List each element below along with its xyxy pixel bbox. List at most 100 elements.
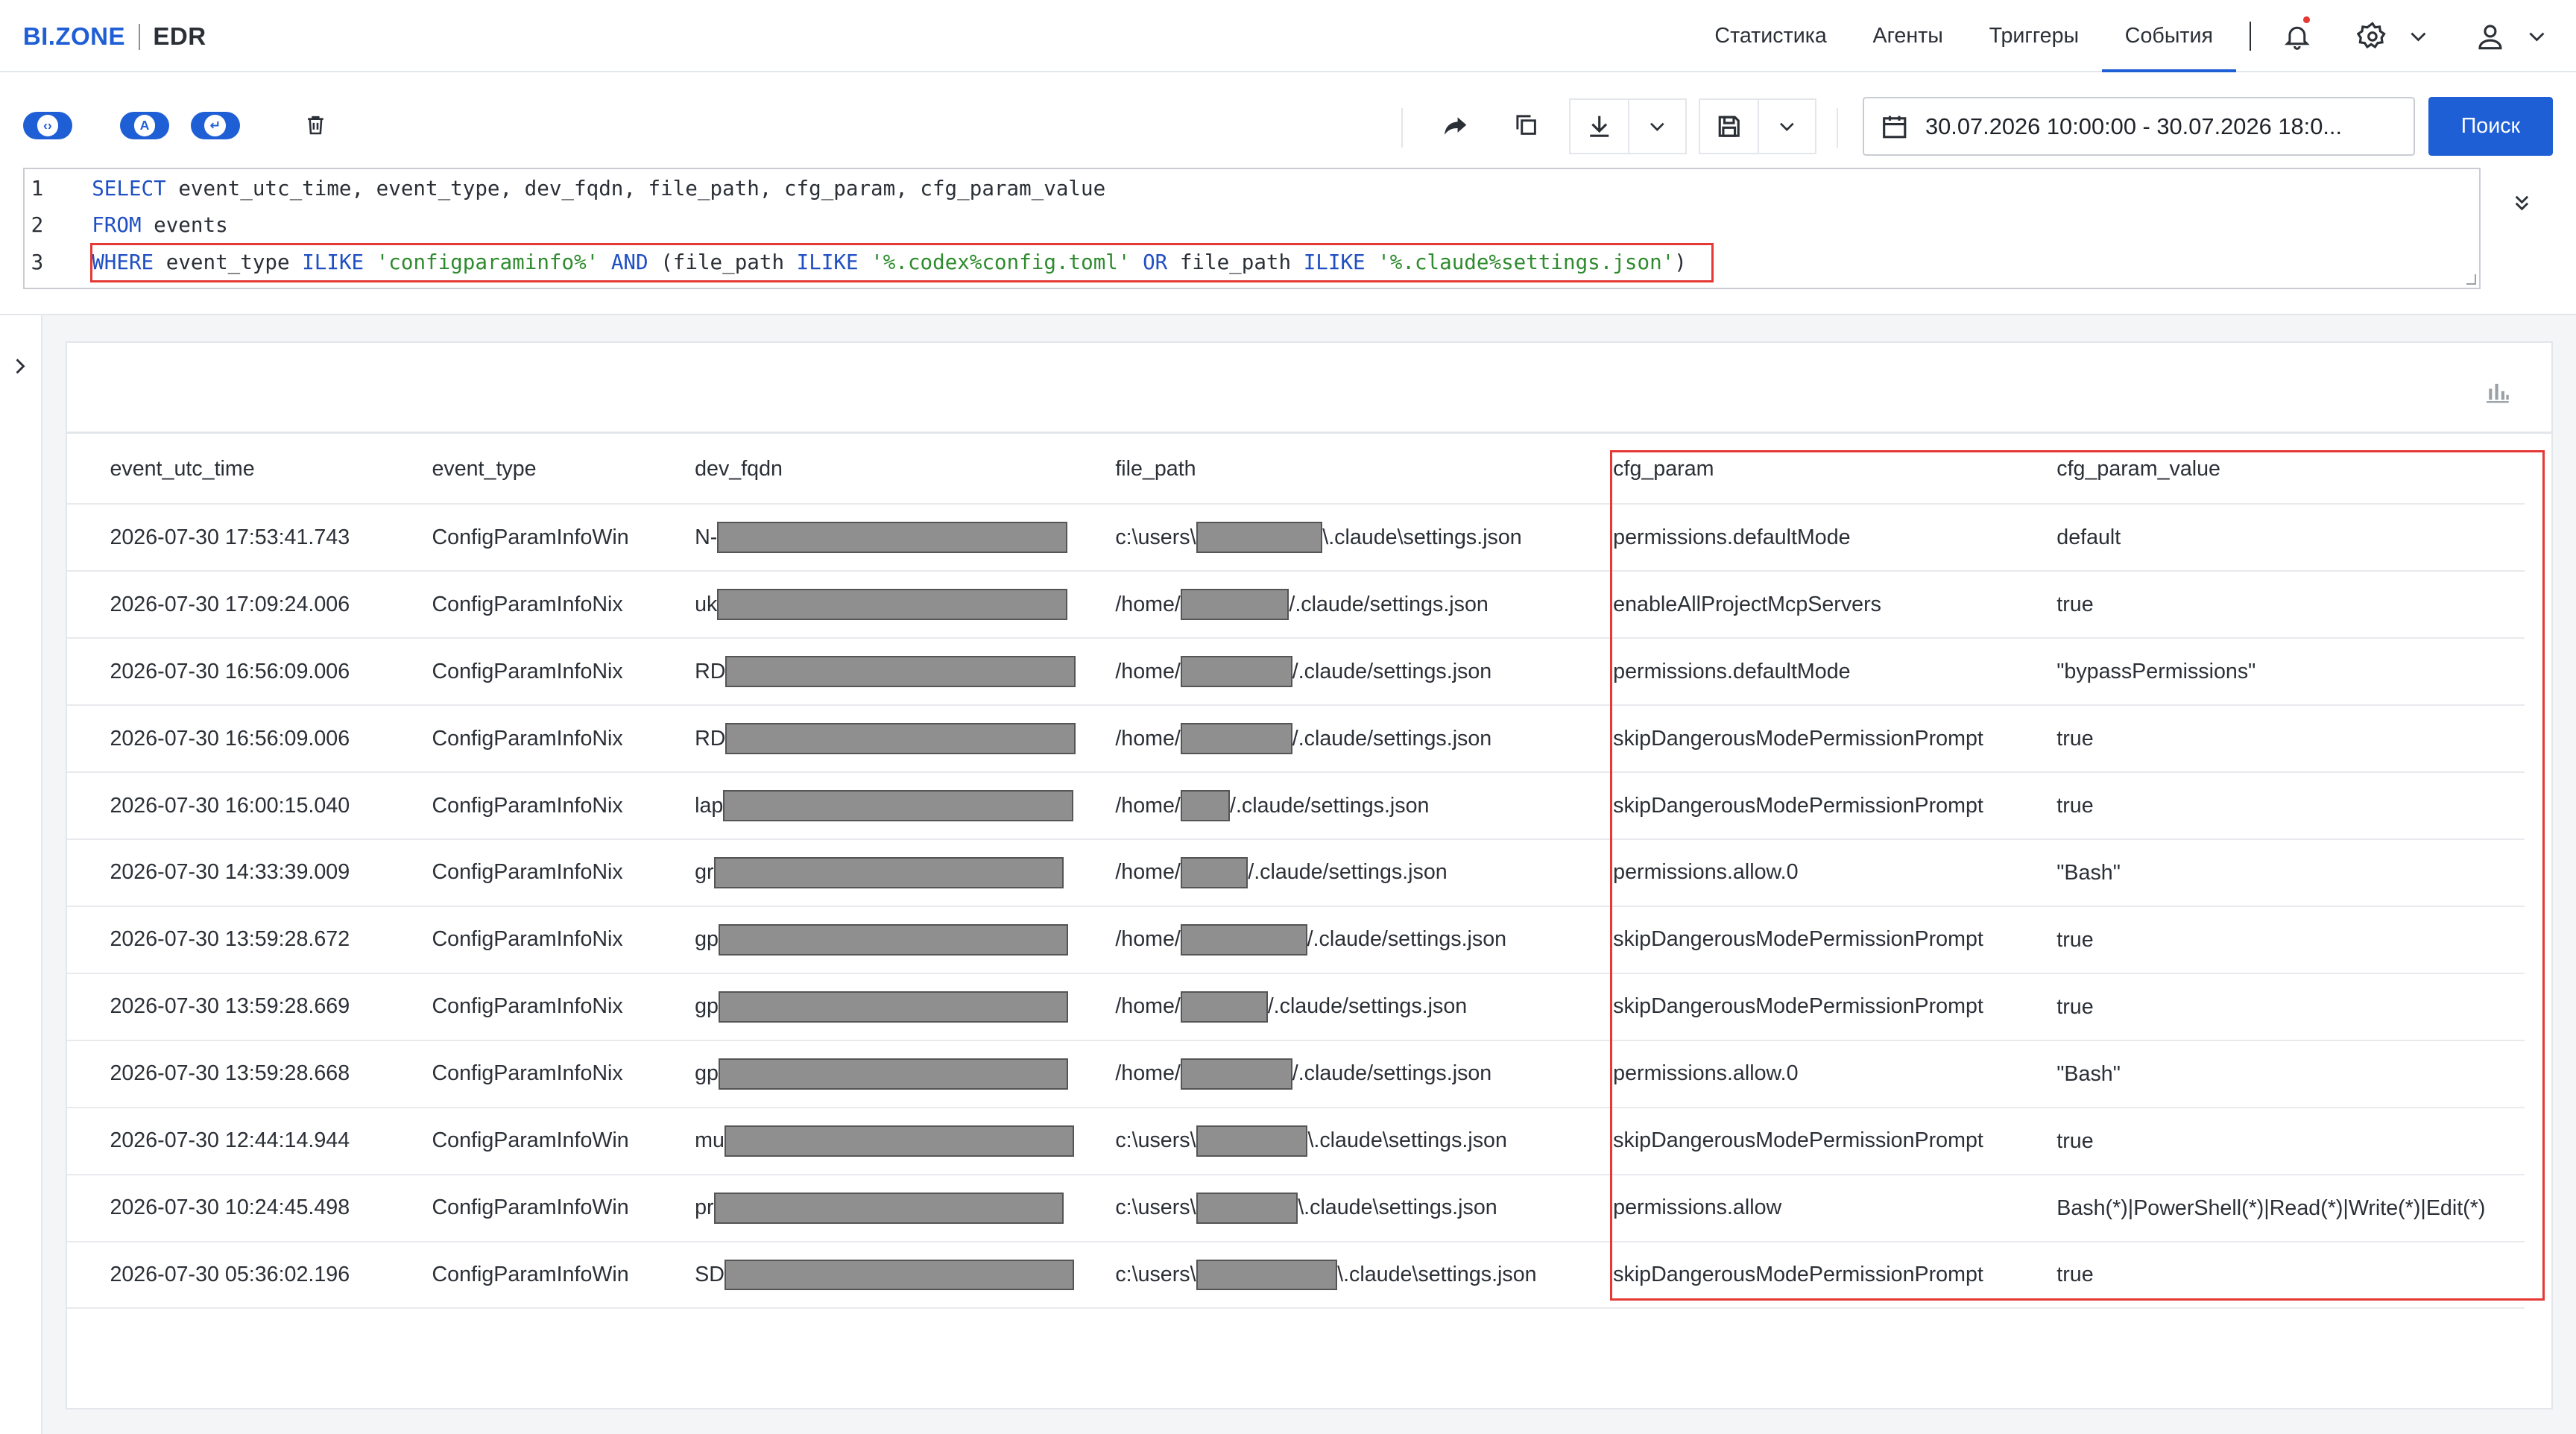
column-header[interactable]: file_path <box>1115 435 1614 505</box>
clear-query-button[interactable] <box>296 105 335 145</box>
cfg-value-text: true <box>2056 1128 2094 1153</box>
cell-dev-fqdn: gr <box>695 839 1116 907</box>
cell-file-path: /home/ /.claude/settings.json <box>1115 973 1614 1041</box>
fqdn-prefix: gp <box>695 927 719 952</box>
settings-dropdown[interactable] <box>2396 0 2442 72</box>
cell-event-type: ConfigParamInfoNix <box>432 705 695 774</box>
fqdn-prefix: N- <box>695 525 718 549</box>
collapse-editor-button[interactable] <box>2504 184 2539 220</box>
cell-dev-fqdn: pr <box>695 1174 1116 1242</box>
nav-agents[interactable]: Агенты <box>1850 0 1966 72</box>
syntax-toggle[interactable]: ‹› <box>22 111 72 140</box>
cell-event-time: 2026-07-30 13:59:28.669 <box>67 973 432 1041</box>
table-row[interactable]: 2026-07-30 16:00:15.040 ConfigParamInfoNi… <box>67 772 2525 841</box>
nav-events[interactable]: События <box>2101 0 2236 72</box>
save-icon <box>1718 116 1740 137</box>
table-row[interactable]: 2026-07-30 12:44:14.944 ConfigParamInfoWi… <box>67 1107 2525 1175</box>
logo[interactable]: BI.ZONE EDR <box>23 23 206 51</box>
column-header[interactable]: event_utc_time <box>67 435 432 505</box>
settings-button[interactable] <box>2349 0 2396 72</box>
code-line-1: 1 SELECT event_utc_time, event_type, dev_… <box>25 171 1106 206</box>
cell-event-type: ConfigParamInfoNix <box>432 571 695 639</box>
table-row[interactable]: 2026-07-30 17:09:24.006 ConfigParamInfoNi… <box>67 571 2525 639</box>
path-suffix: /.claude/settings.json <box>1230 793 1430 818</box>
cell-file-path: c:\users\ \.claude\settings.json <box>1115 1241 1614 1310</box>
cell-cfg-param-value: Bash(*)|PowerShell(*)|Read(*)|Write(*)|E… <box>2056 1174 2525 1242</box>
copy-button[interactable] <box>1506 105 1546 145</box>
path-prefix: c:\users\ <box>1115 1263 1196 1287</box>
table-row[interactable]: 2026-07-30 14:33:39.009 ConfigParamInfoNi… <box>67 839 2525 907</box>
cell-dev-fqdn: uk <box>695 571 1116 639</box>
wrap-toggle[interactable]: ↵ <box>190 111 240 140</box>
fqdn-prefix: mu <box>695 1128 724 1153</box>
path-prefix: c:\users\ <box>1115 1195 1196 1220</box>
cell-cfg-param: permissions.allow <box>1613 1174 2057 1242</box>
table-row[interactable]: 2026-07-30 17:53:41.743 ConfigParamInfoWi… <box>67 504 2525 572</box>
redaction-box <box>718 991 1069 1023</box>
cell-event-time: 2026-07-30 17:09:24.006 <box>67 571 432 639</box>
table-row[interactable]: 2026-07-30 13:59:28.668 ConfigParamInfoNi… <box>67 1040 2525 1108</box>
table-row[interactable]: 2026-07-30 13:59:28.669 ConfigParamInfoNi… <box>67 973 2525 1041</box>
cell-event-time: 2026-07-30 10:24:45.498 <box>67 1174 432 1242</box>
cell-cfg-param-value: true <box>2056 1107 2525 1175</box>
cell-file-path: /home/ /.claude/settings.json <box>1115 772 1614 841</box>
cell-event-type: ConfigParamInfoNix <box>432 638 695 707</box>
redaction-box <box>718 923 1069 956</box>
user-dropdown[interactable] <box>2513 0 2560 72</box>
notifications-button[interactable] <box>2274 0 2320 72</box>
line-number: 3 <box>31 250 44 275</box>
redaction-box <box>1180 790 1230 821</box>
redaction-box <box>1196 522 1323 554</box>
search-button[interactable]: Поиск <box>2428 97 2554 157</box>
cell-dev-fqdn: lap <box>695 772 1116 841</box>
table-row[interactable]: 2026-07-30 10:24:45.498 ConfigParamInfoWi… <box>67 1174 2525 1242</box>
cell-cfg-param: permissions.defaultMode <box>1613 504 2057 572</box>
query-toolbar: ‹› A ↵ 30.07.2026 10:00:00 - 30.07.2026 … <box>0 72 2576 168</box>
keyword: FROM <box>92 212 142 237</box>
cell-cfg-param-value: true <box>2056 973 2525 1041</box>
column-header[interactable]: cfg_param_value <box>2056 435 2525 505</box>
cell-file-path: /home/ /.claude/settings.json <box>1115 839 1614 907</box>
cell-file-path: c:\users\ \.claude\settings.json <box>1115 504 1614 572</box>
redaction-box <box>1196 1259 1338 1291</box>
cell-event-time: 2026-07-30 12:44:14.944 <box>67 1107 432 1175</box>
share-button[interactable] <box>1436 105 1475 145</box>
table-row[interactable]: 2026-07-30 16:56:09.006 ConfigParamInfoNi… <box>67 705 2525 774</box>
table-row[interactable]: 2026-07-30 13:59:28.672 ConfigParamInfoNi… <box>67 906 2525 974</box>
save-button[interactable] <box>1700 100 1758 153</box>
nav-statistics[interactable]: Статистика <box>1692 0 1850 72</box>
path-prefix: /home/ <box>1115 994 1181 1019</box>
redaction-box <box>1180 923 1307 956</box>
save-dropdown[interactable] <box>1758 100 1815 153</box>
left-sidebar <box>0 315 43 1434</box>
column-header[interactable]: event_type <box>432 435 695 505</box>
path-suffix: /.claude/settings.json <box>1289 592 1489 616</box>
nav-triggers[interactable]: Триггеры <box>1966 0 2102 72</box>
column-header[interactable]: cfg_param <box>1613 435 2057 505</box>
cell-event-time: 2026-07-30 17:53:41.743 <box>67 504 432 572</box>
resize-handle[interactable] <box>2466 274 2476 285</box>
notification-dot <box>2303 16 2311 23</box>
bar-chart-icon[interactable] <box>2483 376 2513 406</box>
user-button[interactable] <box>2468 0 2514 72</box>
download-dropdown[interactable] <box>1628 100 1685 153</box>
cell-cfg-param-value: "Bash" <box>2056 839 2525 907</box>
query-editor[interactable]: 1 SELECT event_utc_time, event_type, dev_… <box>22 167 2481 289</box>
download-button[interactable] <box>1570 100 1628 153</box>
toolbar-separator <box>1401 108 1404 148</box>
cell-event-type: ConfigParamInfoWin <box>432 504 695 572</box>
table-name: events <box>154 212 228 237</box>
redaction-box <box>1196 1192 1298 1224</box>
path-suffix: \.claude\settings.json <box>1322 525 1522 549</box>
cell-event-time: 2026-07-30 05:36:02.196 <box>67 1241 432 1310</box>
chevron-right-icon[interactable] <box>8 355 31 378</box>
code-icon: ‹› <box>37 115 59 136</box>
cfg-value-text: "Bash" <box>2056 1061 2121 1086</box>
table-row[interactable]: 2026-07-30 16:56:09.006 ConfigParamInfoNi… <box>67 638 2525 707</box>
column-header[interactable]: dev_fqdn <box>695 435 1116 505</box>
panel-divider <box>67 432 2552 434</box>
cell-event-type: ConfigParamInfoNix <box>432 1040 695 1108</box>
date-range-picker[interactable]: 30.07.2026 10:00:00 - 30.07.2026 18:0... <box>1863 97 2415 157</box>
table-row[interactable]: 2026-07-30 05:36:02.196 ConfigParamInfoWi… <box>67 1241 2525 1310</box>
autocomplete-toggle[interactable]: A <box>119 111 169 140</box>
